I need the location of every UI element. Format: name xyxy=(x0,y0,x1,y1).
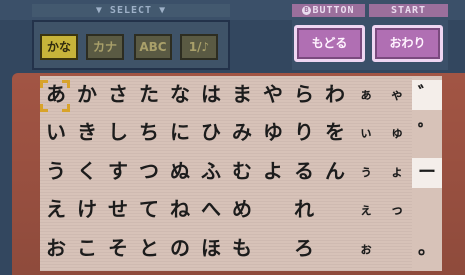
kana-key[interactable]: ぁ xyxy=(350,76,382,112)
done-button[interactable]: おわり xyxy=(372,25,443,62)
name-entry-screen: { "header": { "select_label": "▼ SELECT … xyxy=(0,0,465,275)
kana-key[interactable]: よ xyxy=(257,153,289,189)
mark-key[interactable]: 。 xyxy=(412,234,442,264)
kana-key[interactable]: ょ xyxy=(381,153,413,189)
kana-key[interactable]: り xyxy=(288,114,320,150)
kana-key[interactable]: み xyxy=(226,114,258,150)
mode-tab-symbols[interactable]: 1/♪ xyxy=(180,34,218,60)
mark-column: ゛゜ー。 xyxy=(412,76,442,271)
kana-key[interactable]: ひ xyxy=(195,114,227,150)
kana-key[interactable]: き xyxy=(71,114,103,150)
kana-key[interactable]: ぬ xyxy=(164,153,196,189)
select-label: ▼ SELECT ▼ xyxy=(32,4,230,17)
kana-key[interactable]: な xyxy=(164,76,196,112)
kana-key[interactable]: ぉ xyxy=(350,230,382,266)
mode-tab-katakana[interactable]: カナ xyxy=(86,34,124,60)
kana-key[interactable]: け xyxy=(71,191,103,227)
kana-key[interactable]: し xyxy=(102,114,134,150)
mode-select-panel: かな カナ ABC 1/♪ xyxy=(32,20,230,70)
kana-key[interactable]: ら xyxy=(288,76,320,112)
kana-key[interactable]: ぅ xyxy=(350,153,382,189)
kana-key[interactable]: っ xyxy=(381,191,413,227)
kana-key[interactable]: え xyxy=(40,191,72,227)
kana-key[interactable]: わ xyxy=(319,76,351,112)
mark-key[interactable]: ー xyxy=(412,158,442,188)
mode-tab-abc[interactable]: ABC xyxy=(134,34,172,60)
kana-key[interactable]: た xyxy=(133,76,165,112)
kana-key[interactable]: せ xyxy=(102,191,134,227)
kana-key[interactable]: や xyxy=(257,76,289,112)
kana-key[interactable]: ゆ xyxy=(257,114,289,150)
kana-key[interactable]: く xyxy=(71,153,103,189)
kana-key[interactable]: つ xyxy=(133,153,165,189)
kana-key[interactable]: の xyxy=(164,230,196,266)
kana-key[interactable]: ぃ xyxy=(350,114,382,150)
kana-key[interactable]: か xyxy=(71,76,103,112)
mark-key[interactable]: ゛ xyxy=(412,80,442,110)
action-panel: もどる おわり xyxy=(292,20,448,70)
kana-key[interactable]: ち xyxy=(133,114,165,150)
kana-key[interactable]: を xyxy=(319,114,351,150)
kana-key[interactable]: る xyxy=(288,153,320,189)
b-button-label: B BUTTON xyxy=(292,4,365,17)
mode-tab-hiragana[interactable]: かな xyxy=(40,34,78,60)
kana-key[interactable]: む xyxy=(226,153,258,189)
kana-key[interactable]: さ xyxy=(102,76,134,112)
kana-key[interactable]: ほ xyxy=(195,230,227,266)
kana-key[interactable]: に xyxy=(164,114,196,150)
kana-key[interactable]: ね xyxy=(164,191,196,227)
kana-key[interactable]: れ xyxy=(288,191,320,227)
kana-key[interactable]: ゅ xyxy=(381,114,413,150)
kana-key[interactable]: す xyxy=(102,153,134,189)
kana-key[interactable]: ま xyxy=(226,76,258,112)
start-label: START xyxy=(369,4,448,17)
kana-key[interactable]: ぇ xyxy=(350,191,382,227)
kana-key[interactable]: へ xyxy=(195,191,227,227)
kana-key[interactable]: ろ xyxy=(288,230,320,266)
kana-key[interactable]: て xyxy=(133,191,165,227)
kana-key[interactable]: あ xyxy=(40,76,72,112)
kana-key[interactable]: め xyxy=(226,191,258,227)
kana-key[interactable]: は xyxy=(195,76,227,112)
button-label-text: BUTTON xyxy=(312,5,355,16)
kana-key[interactable]: ん xyxy=(319,153,351,189)
kana-key[interactable]: う xyxy=(40,153,72,189)
kana-key[interactable]: お xyxy=(40,230,72,266)
kana-key[interactable]: そ xyxy=(102,230,134,266)
kana-key[interactable]: も xyxy=(226,230,258,266)
kana-key[interactable]: と xyxy=(133,230,165,266)
back-button[interactable]: もどる xyxy=(294,25,365,62)
mark-key[interactable]: ゜ xyxy=(412,118,442,148)
kana-key[interactable]: ゃ xyxy=(381,76,413,112)
kana-key[interactable]: い xyxy=(40,114,72,150)
kana-key[interactable]: ふ xyxy=(195,153,227,189)
b-button-icon: B xyxy=(302,6,312,15)
kana-grid: あかさたなはまやらわぁゃいきしちにひみゆりをぃゅうくすつぬふむよるんぅょえけせて… xyxy=(40,76,412,271)
kana-key[interactable]: こ xyxy=(71,230,103,266)
